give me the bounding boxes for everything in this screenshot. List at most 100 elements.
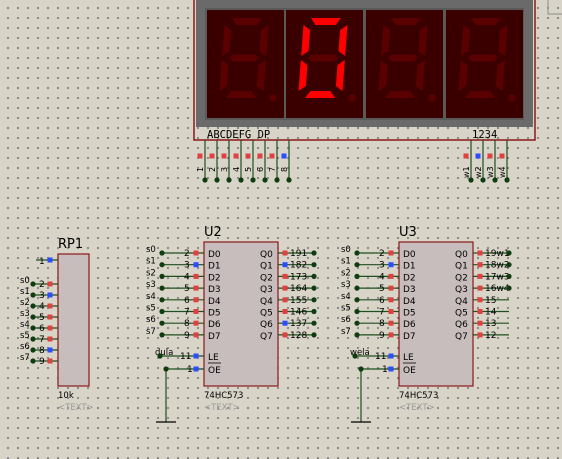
- d-pin-state: [193, 285, 199, 291]
- input-net-label: s3: [341, 280, 351, 290]
- display-com-state: [487, 153, 493, 159]
- d-pin-state: [388, 320, 394, 326]
- input-junction: [159, 273, 165, 279]
- u3-text-placeholder: <TEXT>: [399, 403, 435, 413]
- oe-pin-label: OE: [208, 366, 221, 376]
- display-com-junction: [492, 177, 498, 183]
- display-pin-number: 2: [208, 167, 217, 172]
- display-digit-label: 1234: [472, 129, 497, 141]
- rp1-pin-state: [47, 281, 53, 287]
- d-pin-state: [193, 309, 199, 314]
- display-com-net: w4: [498, 166, 507, 178]
- q-pin-state: [282, 273, 288, 279]
- display-segment-label: ABCDEFG DP: [207, 129, 270, 141]
- d-pin-number: 5: [379, 284, 385, 294]
- q-pin-state: [282, 262, 288, 268]
- input-junction: [354, 285, 360, 291]
- q-pin-label: Q5: [455, 309, 468, 319]
- d-pin-state: [193, 320, 199, 326]
- d-pin-state: [388, 309, 394, 314]
- q-pin-number: 17w3: [485, 272, 510, 282]
- d-pin-number: 6: [379, 296, 385, 306]
- rp1-pin-number: 5: [39, 313, 45, 323]
- q-pin-label: Q6: [455, 320, 468, 330]
- q-pin-label: Q3: [455, 285, 468, 295]
- segment-dp: [508, 94, 516, 102]
- rp1-net-label: s3: [20, 309, 30, 319]
- rp1-pin-state: [47, 347, 53, 353]
- input-junction: [159, 250, 165, 256]
- d-pin-state: [193, 297, 199, 303]
- u2-title: U2: [204, 225, 222, 240]
- d-pin-number: 4: [184, 272, 190, 282]
- q-pin-number: 16w4: [485, 284, 510, 294]
- d-pin-state: [388, 332, 394, 338]
- rp1-net-label: s7: [20, 353, 30, 363]
- q-pin-number: 19w1: [485, 249, 510, 259]
- d-pin-label: D0: [208, 250, 221, 260]
- display-pin-junction: [286, 177, 292, 183]
- q-pin-state: [477, 262, 483, 268]
- rp1-net-label: s6: [20, 342, 30, 352]
- display-com-net: w3: [486, 166, 495, 178]
- input-junction: [159, 332, 165, 338]
- seven-segment-display[interactable]: ABCDEFG DP 1234: [193, 0, 536, 141]
- q-pin-number: 182: [290, 261, 307, 271]
- display-pin-number: 3: [220, 167, 229, 172]
- d-pin-number: 2: [184, 249, 190, 259]
- q-pin-label: Q0: [455, 250, 468, 260]
- le-junction: [157, 353, 163, 359]
- digit-2: [286, 10, 363, 118]
- d-pin-label: D4: [208, 297, 221, 307]
- display-pin-number: 5: [244, 167, 253, 172]
- output-junction: [506, 285, 512, 291]
- d-pin-label: D5: [403, 309, 416, 319]
- rp1-text-placeholder: <TEXT>: [58, 403, 94, 413]
- oe-pin-label: OE: [403, 366, 416, 376]
- display-pins: 1 2 3 4 5 6 7 8 w1 w2 w3 w4: [196, 140, 510, 183]
- display-com-state: [475, 153, 481, 159]
- rp1-pin-state: [47, 325, 53, 331]
- le-pin-number: 11: [375, 352, 386, 362]
- q-pin-state: [477, 320, 483, 326]
- rp1-body: [57, 253, 90, 387]
- input-junction: [159, 285, 165, 291]
- q-pin-number: 14: [485, 308, 497, 318]
- display-pin-junction: [274, 177, 280, 183]
- rp1-resistor-pack[interactable]: RP1 10k <TEXT>: [57, 237, 94, 413]
- q-pin-state: [282, 250, 288, 256]
- window-edge: [547, 0, 562, 15]
- d-pin-state: [193, 273, 199, 279]
- u3-title: U3: [399, 225, 417, 240]
- rp1-common-state: [47, 257, 53, 263]
- input-junction: [354, 273, 360, 279]
- q-pin-number: 15: [485, 296, 496, 306]
- rp1-net-label: s5: [20, 331, 30, 341]
- display-pin-junction: [250, 177, 256, 183]
- rp1-pin-state: [47, 292, 53, 298]
- display-pin-junction: [238, 177, 244, 183]
- q-pin-number: 164: [290, 284, 307, 294]
- d-pin-label: D7: [403, 332, 416, 342]
- q-pin-state: [282, 332, 288, 338]
- q-pin-number: 137: [290, 319, 307, 329]
- rp1-net-label: s4: [20, 320, 30, 330]
- d-pin-label: D2: [403, 273, 416, 283]
- d-pin-number: 9: [379, 331, 385, 341]
- output-junction: [311, 308, 317, 315]
- q-pin-state: [282, 320, 288, 326]
- input-junction: [159, 297, 165, 303]
- rp1-pin-state: [47, 336, 53, 342]
- display-pin-state: [221, 153, 227, 159]
- d-pin-number: 5: [184, 284, 190, 294]
- display-pin-number: 1: [196, 167, 205, 172]
- q-pin-number: 191: [290, 249, 307, 259]
- input-junction: [159, 262, 165, 268]
- rp1-pin-number: 2: [39, 280, 45, 290]
- u3-part-label: 74HC573: [399, 391, 438, 401]
- rp1-pin-junction: [30, 303, 36, 309]
- q-pin-state: [477, 250, 483, 256]
- input-junction: [354, 250, 360, 256]
- q-pin-label: Q2: [260, 273, 273, 283]
- output-junction: [311, 320, 317, 326]
